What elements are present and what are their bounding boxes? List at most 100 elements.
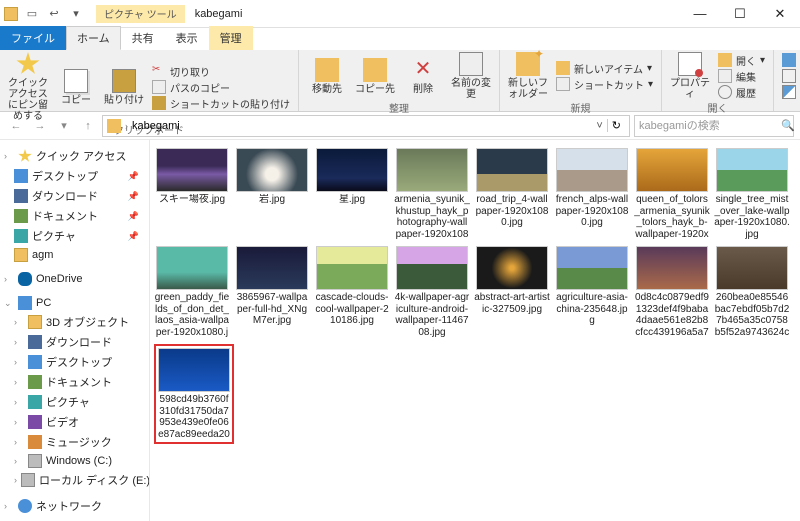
- refresh-button[interactable]: ↻: [607, 119, 625, 132]
- file-item[interactable]: 260bea0e85546bac7ebdf05b7d27b465a35c0758…: [714, 246, 790, 338]
- new-folder-button[interactable]: ✦新しいフォルダー: [506, 52, 550, 100]
- file-item[interactable]: 0d8c4c0879edf91323def4f9baba4daae561e82b…: [634, 246, 710, 338]
- file-item[interactable]: armenia_syunik_khustup_hayk_photography-…: [394, 148, 470, 240]
- file-name: abstract-art-artistic-327509.jpg: [474, 292, 550, 315]
- qat-properties[interactable]: ▭: [22, 4, 42, 24]
- sidebar-network[interactable]: ›ネットワーク: [0, 496, 149, 516]
- maximize-button[interactable]: ☐: [720, 0, 760, 28]
- sidebar-pictures[interactable]: ピクチャ📌: [0, 226, 149, 246]
- file-item[interactable]: road_trip_4-wallpaper-1920x1080.jpg: [474, 148, 550, 240]
- titlebar: ▭ ↩ ▾ ピクチャ ツール kabegami — ☐ ✕: [0, 0, 800, 28]
- file-item[interactable]: abstract-art-artistic-327509.jpg: [474, 246, 550, 338]
- thumbnail: [156, 148, 228, 192]
- file-item[interactable]: 598cd49b3760f310fd31750da7953e439e0fe06e…: [154, 344, 234, 444]
- sidebar-desktop[interactable]: デスクトップ📌: [0, 166, 149, 186]
- file-item[interactable]: スキー場夜.jpg: [154, 148, 230, 240]
- thumbnail: [476, 246, 548, 290]
- sidebar-downloads2[interactable]: ›ダウンロード: [0, 332, 149, 352]
- shortcut-icon: [152, 96, 166, 110]
- sidebar-pictures2[interactable]: ›ピクチャ: [0, 392, 149, 412]
- file-item[interactable]: green_paddy_fields_of_don_det_laos_asia-…: [154, 246, 230, 338]
- context-tab-label: ピクチャ ツール: [96, 5, 185, 23]
- search-icon[interactable]: 🔍: [781, 119, 795, 132]
- breadcrumb[interactable]: › kabegami ˅ ↻: [102, 115, 630, 137]
- sidebar-documents[interactable]: ドキュメント📌: [0, 206, 149, 226]
- disk-icon: [21, 473, 35, 487]
- sidebar-agm[interactable]: agm: [0, 246, 149, 264]
- sidebar-downloads[interactable]: ダウンロード📌: [0, 186, 149, 206]
- edit-button[interactable]: 編集: [716, 69, 767, 84]
- sidebar-desktop2[interactable]: ›デスクトップ: [0, 352, 149, 372]
- breadcrumb-current[interactable]: kabegami: [132, 120, 180, 132]
- file-item[interactable]: 岩.jpg: [234, 148, 310, 240]
- copy-button[interactable]: コピー: [54, 52, 98, 122]
- move-to-button[interactable]: 移動先: [305, 52, 349, 100]
- file-item[interactable]: french_alps-wallpaper-1920x1080.jpg: [554, 148, 630, 240]
- thumbnail: [556, 148, 628, 192]
- thumbnail: [156, 246, 228, 290]
- open-button[interactable]: 開く ▾: [716, 53, 767, 68]
- file-item[interactable]: 4k-wallpaper-agriculture-android-wallpap…: [394, 246, 470, 338]
- file-item[interactable]: 3865967-wallpaper-full-hd_XNgM7er.jpg: [234, 246, 310, 338]
- copy-to-button[interactable]: コピー先: [353, 52, 397, 100]
- select-none-button[interactable]: 選択解除: [780, 68, 800, 83]
- sidebar-local-disk-e[interactable]: ›ローカル ディスク (E:): [0, 470, 149, 490]
- up-button[interactable]: ↑: [78, 116, 98, 136]
- minimize-button[interactable]: —: [680, 0, 720, 28]
- history-button[interactable]: 履歴: [716, 85, 767, 100]
- paste-button[interactable]: 貼り付け: [102, 52, 146, 122]
- file-item[interactable]: cascade-clouds-cool-wallpaper-210186.jpg: [314, 246, 390, 338]
- download-icon: [14, 189, 28, 203]
- file-item[interactable]: queen_of_tolors_armenia_syunik_tolors_ha…: [634, 148, 710, 240]
- file-item[interactable]: 星.jpg: [314, 148, 390, 240]
- tab-view[interactable]: 表示: [165, 26, 209, 50]
- cut-button[interactable]: ✂切り取り: [150, 64, 292, 79]
- breadcrumb-icon: [107, 119, 121, 133]
- new-item-icon: [556, 61, 570, 75]
- sidebar-quick-access[interactable]: ›クイック アクセス: [0, 146, 149, 166]
- properties-icon: [678, 52, 702, 76]
- recent-button[interactable]: ▾: [54, 116, 74, 136]
- sidebar-pc[interactable]: ⌄PC: [0, 294, 149, 312]
- delete-button[interactable]: ✕削除: [401, 52, 445, 100]
- qat-dropdown[interactable]: ▾: [66, 4, 86, 24]
- search-input[interactable]: [639, 120, 781, 132]
- history-icon: [718, 85, 732, 99]
- download-icon: [28, 335, 42, 349]
- sidebar-music[interactable]: ›ミュージック: [0, 432, 149, 452]
- open-icon: [718, 53, 732, 67]
- tab-share[interactable]: 共有: [121, 26, 165, 50]
- paste-shortcut-button[interactable]: ショートカットの貼り付け: [150, 96, 292, 111]
- forward-button[interactable]: →: [30, 116, 50, 136]
- qat-undo[interactable]: ↩: [44, 4, 64, 24]
- close-button[interactable]: ✕: [760, 0, 800, 28]
- dropdown-icon[interactable]: ˅: [596, 120, 602, 132]
- new-item-button[interactable]: 新しいアイテム ▾: [554, 61, 655, 76]
- copy-path-button[interactable]: パスのコピー: [150, 80, 292, 95]
- sidebar-windows-c[interactable]: ›Windows (C:): [0, 452, 149, 470]
- thumbnail: [316, 246, 388, 290]
- rename-button[interactable]: 名前の変更: [449, 52, 493, 100]
- file-item[interactable]: agriculture-asia-china-235648.jpg: [554, 246, 630, 338]
- sidebar-videos[interactable]: ›ビデオ: [0, 412, 149, 432]
- sidebar-onedrive[interactable]: ›OneDrive: [0, 270, 149, 288]
- back-button[interactable]: ←: [6, 116, 26, 136]
- invert-selection-button[interactable]: 選択の切り替え: [780, 84, 800, 99]
- sidebar-documents2[interactable]: ›ドキュメント: [0, 372, 149, 392]
- pin-icon: 📌: [128, 171, 139, 182]
- properties-button[interactable]: プロパティ: [668, 52, 712, 100]
- paste-icon: [112, 69, 136, 93]
- tab-file[interactable]: ファイル: [0, 26, 66, 50]
- pin-quick-access-button[interactable]: クイック アクセスにピン留めする: [6, 52, 50, 122]
- pin-icon: 📌: [128, 191, 139, 202]
- search-box[interactable]: 🔍: [634, 115, 794, 137]
- tab-manage[interactable]: 管理: [209, 26, 253, 50]
- file-name: 260bea0e85546bac7ebdf05b7d27b465a35c0758…: [714, 292, 790, 338]
- file-name: agriculture-asia-china-235648.jpg: [554, 292, 630, 327]
- thumbnail: [476, 148, 548, 192]
- shortcut-button[interactable]: ショートカット ▾: [554, 77, 655, 92]
- select-all-button[interactable]: すべて選択: [780, 52, 800, 67]
- sidebar-3d-objects[interactable]: ›3D オブジェクト: [0, 312, 149, 332]
- file-item[interactable]: single_tree_mist_over_lake-wallpaper-192…: [714, 148, 790, 240]
- tab-home[interactable]: ホーム: [66, 26, 121, 50]
